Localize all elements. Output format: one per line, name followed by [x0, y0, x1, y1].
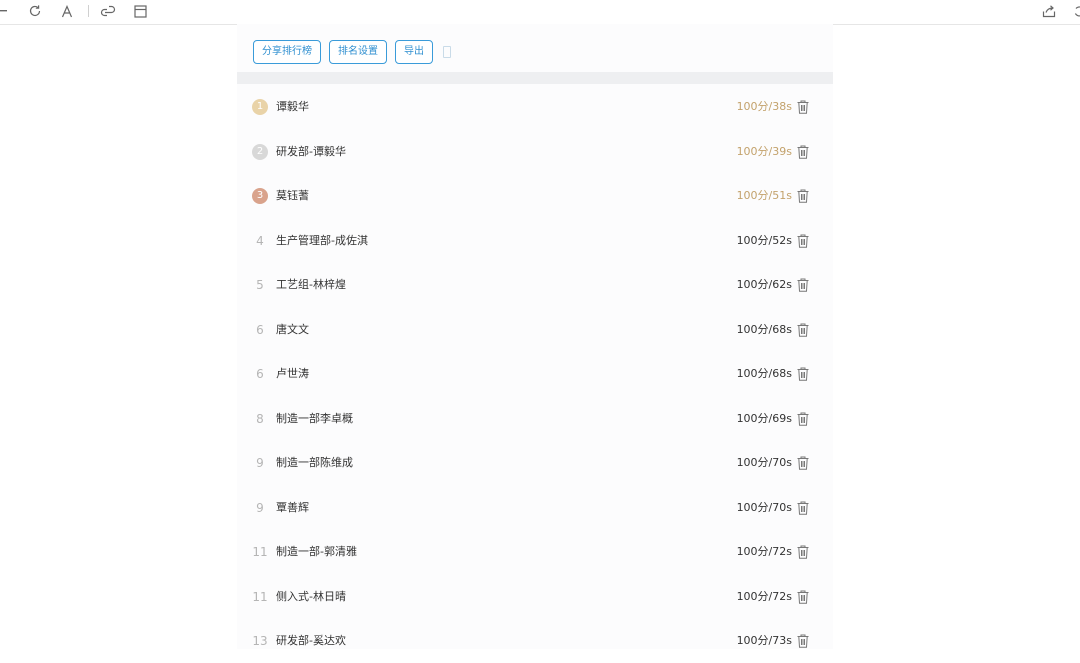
- score-time: 100分/39s: [736, 144, 792, 158]
- layout-icon[interactable]: [132, 3, 148, 19]
- participant-name: 制造一部李卓概: [276, 411, 353, 425]
- score-time: 100分/69s: [736, 411, 792, 425]
- share-icon[interactable]: [1041, 3, 1057, 19]
- ranking-row: 3 莫钰蓍 100分/51s: [237, 173, 833, 218]
- trash-icon[interactable]: [797, 188, 809, 203]
- ranking-row: 8 制造一部李卓概 100分/69s: [237, 396, 833, 441]
- trash-icon[interactable]: [797, 144, 809, 159]
- toolbar-divider: [88, 5, 89, 17]
- trash-icon[interactable]: [797, 500, 809, 515]
- trash-icon[interactable]: [797, 411, 809, 426]
- participant-name: 工艺组-林梓煌: [276, 278, 346, 291]
- medal-badge: 1: [252, 99, 268, 115]
- score-time: 100分/51s: [736, 189, 792, 202]
- export-button[interactable]: 导出: [395, 40, 433, 64]
- refresh-icon[interactable]: [27, 3, 43, 19]
- participant-name: 研发部-谭毅华: [276, 144, 346, 158]
- ranking-settings-button[interactable]: 排名设置: [329, 40, 387, 64]
- text-format-icon[interactable]: [59, 3, 75, 19]
- trash-icon[interactable]: [797, 589, 809, 604]
- ranking-row: 13 研发部-奚达欢 100分/73s: [237, 618, 833, 663]
- rank-number: 13: [252, 634, 268, 648]
- rank-number: 8: [256, 411, 264, 426]
- rank-number: 9: [256, 500, 264, 515]
- ranking-list: 1 谭毅华 100分/38s 2 研发部-谭毅华 100分/39s 3 莫钰蓍 100分/51s…: [237, 84, 833, 663]
- trash-icon[interactable]: [797, 277, 809, 292]
- score-time: 100分/72s: [736, 545, 792, 558]
- score-time: 100分/70s: [736, 500, 792, 514]
- participant-name: 唐文文: [276, 322, 309, 336]
- trash-icon[interactable]: [797, 455, 809, 470]
- participant-name: 制造一部陈维成: [276, 456, 353, 469]
- medal-badge: 2: [252, 143, 268, 160]
- trash-icon[interactable]: [797, 233, 809, 248]
- rank-number: 11: [252, 589, 268, 604]
- participant-name: 莫钰蓍: [276, 189, 309, 202]
- ranking-row: 6 唐文文 100分/68s: [237, 307, 833, 352]
- score-time: 100分/72s: [736, 589, 792, 603]
- participant-name: 覃善辉: [276, 500, 309, 514]
- ranking-row: 1 谭毅华 100分/38s: [237, 84, 833, 129]
- participant-name: 生产管理部-成佐淇: [276, 233, 368, 247]
- trash-icon[interactable]: [797, 99, 809, 114]
- trash-icon[interactable]: [797, 633, 809, 648]
- ranking-row: 2 研发部-谭毅华 100分/39s: [237, 129, 833, 174]
- participant-name: 侧入式-林日晴: [276, 589, 346, 603]
- rank-number: 11: [252, 545, 268, 559]
- rank-number: 9: [256, 456, 264, 470]
- score-time: 100分/68s: [736, 322, 792, 336]
- editor-toolbar: [0, 0, 1080, 25]
- ranking-row: 9 覃善辉 100分/70s: [237, 485, 833, 530]
- rank-number: 6: [256, 367, 264, 381]
- placeholder-button[interactable]: [443, 46, 451, 58]
- ranking-row: 9 制造一部陈维成 100分/70s: [237, 440, 833, 485]
- trash-icon[interactable]: [797, 366, 809, 381]
- participant-name: 制造一部-郭清雅: [276, 545, 357, 558]
- rank-number: 6: [256, 322, 264, 337]
- trash-icon[interactable]: [797, 544, 809, 559]
- share-ranking-button[interactable]: 分享排行榜: [253, 40, 321, 64]
- participant-name: 谭毅华: [276, 100, 309, 113]
- score-time: 100分/70s: [736, 456, 792, 469]
- list-header: [237, 72, 833, 84]
- ranking-row: 4 生产管理部-成佐淇 100分/52s: [237, 218, 833, 263]
- participant-name: 卢世涛: [276, 367, 309, 380]
- undo-icon[interactable]: [1072, 3, 1080, 19]
- score-time: 100分/73s: [736, 634, 792, 647]
- trash-icon[interactable]: [797, 322, 809, 337]
- score-time: 100分/62s: [736, 278, 792, 291]
- ranking-row: 11 侧入式-林日晴 100分/72s: [237, 574, 833, 619]
- score-time: 100分/52s: [736, 233, 792, 247]
- score-time: 100分/38s: [736, 100, 792, 113]
- rank-number: 4: [256, 233, 264, 248]
- ranking-row: 6 卢世涛 100分/68s: [237, 351, 833, 396]
- link-icon[interactable]: [100, 3, 116, 19]
- rank-number: 5: [256, 278, 264, 292]
- participant-name: 研发部-奚达欢: [276, 634, 346, 647]
- ranking-row: 11 制造一部-郭清雅 100分/72s: [237, 529, 833, 574]
- ranking-row: 5 工艺组-林梓煌 100分/62s: [237, 262, 833, 307]
- action-bar: 分享排行榜 排名设置 导出: [253, 40, 451, 64]
- ranking-panel: 分享排行榜 排名设置 导出 1 谭毅华 100分/38s 2 研发部-谭毅华 100分/3…: [237, 24, 833, 649]
- medal-badge: 3: [252, 188, 268, 204]
- score-time: 100分/68s: [736, 367, 792, 380]
- minus-icon[interactable]: [0, 3, 12, 19]
